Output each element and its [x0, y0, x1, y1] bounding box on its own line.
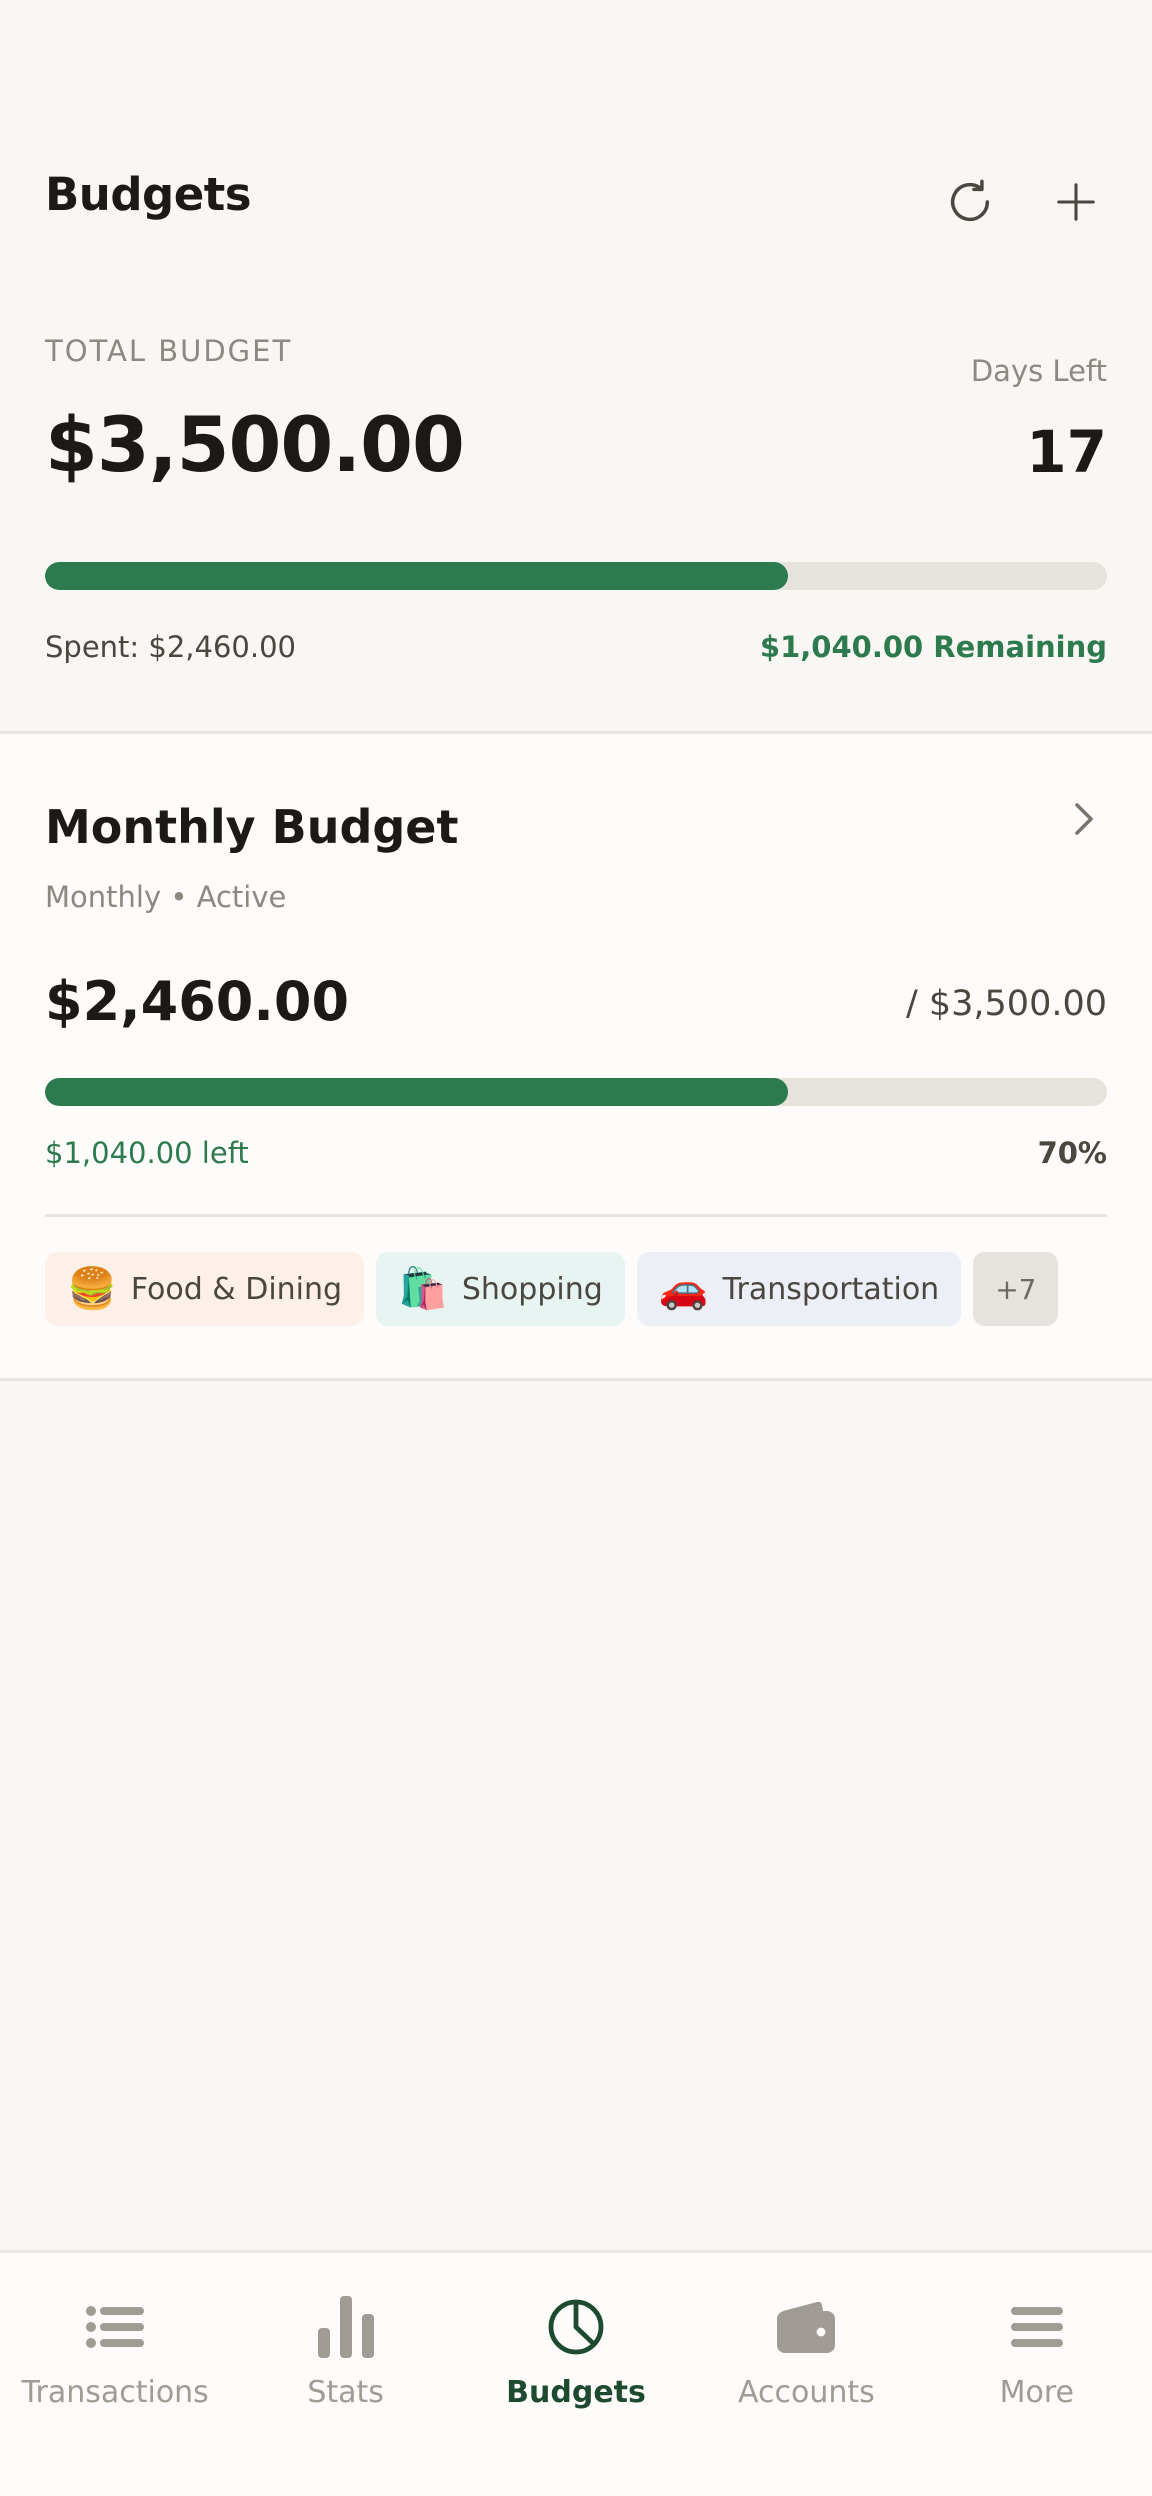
total-budget-label: TOTAL BUDGET: [45, 334, 293, 368]
budget-card-progress-bar: [45, 1078, 1107, 1106]
nav-label-accounts: Accounts: [738, 2375, 875, 2410]
total-budget-progress-fill: [45, 562, 789, 590]
category-chips: 🍔 Food & Dining 🛍️ Shopping 🚗 Transporta…: [45, 1252, 1059, 1326]
budget-card-spent: $2,460.00: [45, 970, 350, 1033]
total-budget-summary: TOTAL BUDGET $3,500.00 Days Left 17 Spen…: [0, 290, 1152, 730]
remaining-text: $1,040.00 Remaining: [759, 630, 1107, 664]
plus-icon: [1057, 183, 1095, 221]
chevron-right-icon[interactable]: [1058, 794, 1108, 844]
nav-item-budgets[interactable]: Budgets: [461, 2253, 691, 2496]
category-chip-transportation[interactable]: 🚗 Transportation: [636, 1252, 962, 1326]
divider: [45, 1214, 1107, 1217]
bar-chart-icon: [310, 2291, 382, 2363]
budget-card-left: $1,040.00 left: [45, 1136, 249, 1170]
more-categories-chip[interactable]: +7: [973, 1252, 1059, 1326]
category-chip-label: Food & Dining: [130, 1271, 343, 1307]
nav-item-transactions[interactable]: Transactions: [0, 2253, 230, 2496]
nav-item-more[interactable]: More: [922, 2253, 1152, 2496]
category-chip-food-dining[interactable]: 🍔 Food & Dining: [45, 1252, 365, 1326]
nav-label-stats: Stats: [307, 2375, 384, 2410]
header: Budgets: [0, 0, 1152, 290]
nav-label-budgets: Budgets: [506, 2375, 646, 2410]
pie-chart-icon: [540, 2291, 612, 2363]
nav-label-transactions: Transactions: [21, 2375, 209, 2410]
budget-card-title: Monthly Budget: [45, 800, 459, 854]
shopping-bags-icon: 🛍️: [398, 1266, 448, 1312]
burger-icon: 🍔: [67, 1266, 117, 1312]
nav-item-accounts[interactable]: Accounts: [691, 2253, 921, 2496]
page-title: Budgets: [45, 168, 252, 221]
budget-card-progress-fill: [45, 1078, 789, 1106]
nav-label-more: More: [999, 2375, 1075, 2410]
wallet-icon: [770, 2291, 842, 2363]
category-chip-label: Transportation: [722, 1271, 940, 1307]
days-left-label: Days Left: [970, 354, 1107, 388]
budget-card-subtitle: Monthly • Active: [45, 880, 287, 914]
spent-text: Spent: $2,460.00: [45, 630, 296, 664]
budget-card-limit: / $3,500.00: [905, 984, 1107, 1024]
bottom-nav: Transactions Stats Budgets Accounts More: [0, 2250, 1152, 2496]
refresh-button[interactable]: [934, 166, 1006, 238]
days-left-value: 17: [1026, 418, 1107, 486]
category-chip-label: Shopping: [461, 1271, 603, 1307]
total-budget-progress-bar: [45, 562, 1107, 590]
nav-item-stats[interactable]: Stats: [230, 2253, 460, 2496]
car-icon: 🚗: [658, 1266, 709, 1312]
budgets-screen: Budgets TOTAL BUDGET $3,500.00 Days Left…: [0, 0, 1152, 2496]
budget-card-percent: 70%: [1037, 1136, 1107, 1170]
add-budget-button[interactable]: [1040, 166, 1112, 238]
menu-icon: [1001, 2291, 1073, 2363]
monthly-budget-card[interactable]: Monthly Budget Monthly • Active $2,460.0…: [0, 731, 1152, 1381]
total-budget-amount: $3,500.00: [45, 400, 465, 489]
category-chip-shopping[interactable]: 🛍️ Shopping: [376, 1252, 625, 1326]
refresh-icon: [950, 179, 990, 222]
list-icon: [79, 2291, 151, 2363]
